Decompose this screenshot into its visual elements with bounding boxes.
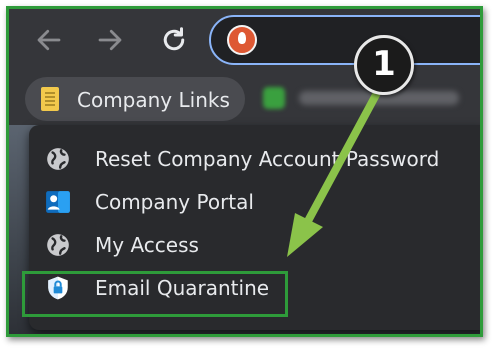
company-portal-icon	[46, 191, 70, 213]
folder-icon	[41, 87, 59, 111]
globe-icon	[47, 234, 69, 256]
bookmark-folder-label: Company Links	[77, 88, 230, 112]
menu-item-company-portal[interactable]: Company Portal	[29, 181, 480, 223]
menu-item-my-access[interactable]: My Access	[29, 224, 480, 266]
menu-item-label: Company Portal	[95, 190, 254, 214]
blurred-bookmark-icon[interactable]	[263, 87, 285, 109]
bookmark-folder-company-links[interactable]: Company Links	[25, 77, 245, 121]
duckduckgo-icon	[227, 25, 257, 55]
forward-arrow-icon[interactable]	[95, 25, 125, 55]
menu-item-label: My Access	[95, 233, 199, 257]
back-arrow-icon[interactable]	[34, 25, 64, 55]
reload-icon[interactable]	[159, 25, 189, 55]
step-number: 1	[372, 44, 396, 84]
menu-item-reset-password[interactable]: Reset Company Account Password	[29, 138, 480, 180]
menu-item-label: Reset Company Account Password	[95, 147, 440, 171]
address-bar[interactable]	[209, 15, 480, 65]
globe-icon	[47, 148, 69, 170]
screenshot-frame: Company Links Reset Company Account Pass…	[6, 6, 483, 337]
highlight-box	[22, 271, 288, 317]
step-badge: 1	[354, 35, 414, 95]
